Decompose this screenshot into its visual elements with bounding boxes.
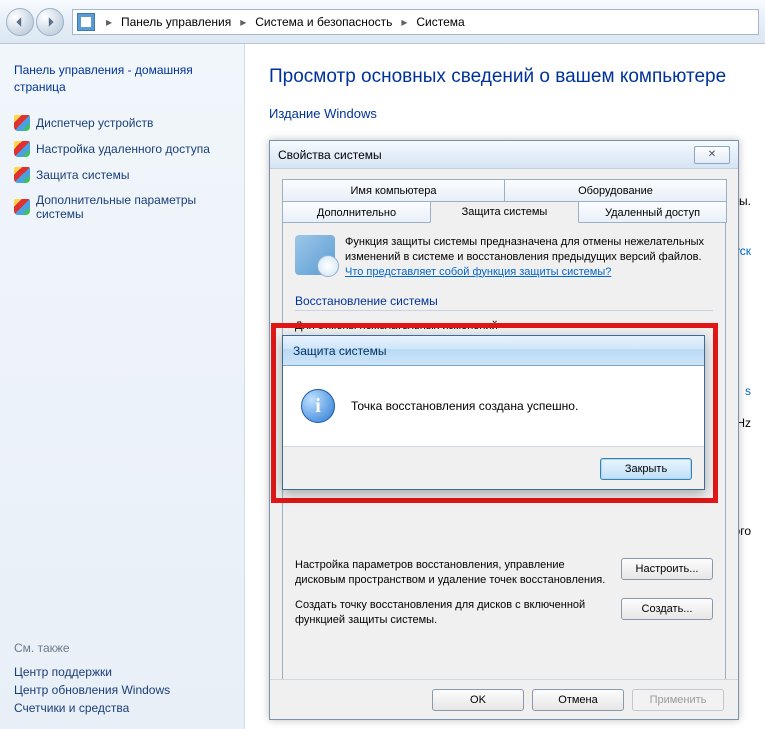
tab-computer-name[interactable]: Имя компьютера [282, 179, 505, 201]
create-button[interactable]: Создать... [621, 598, 713, 620]
description-text: Функция защиты системы предназначена для… [345, 236, 704, 263]
message-footer: Закрыть [283, 446, 704, 490]
sidebar-item-label: Настройка удаленного доступа [36, 142, 210, 156]
nav-buttons [6, 8, 64, 36]
group-legend: Восстановление системы [295, 294, 713, 308]
shield-icon [14, 141, 30, 157]
page-title: Просмотр основных сведений о вашем компь… [269, 66, 741, 88]
configure-text: Настройка параметров восстановления, упр… [295, 558, 609, 588]
see-also-heading: См. также [14, 641, 230, 655]
tab-strip: Имя компьютера Оборудование Дополнительн… [282, 179, 726, 223]
protection-description: Функция защиты системы предназначена для… [295, 235, 713, 280]
see-also-counters[interactable]: Счетчики и средства [14, 701, 230, 715]
message-dialog: Защита системы i Точка восстановления со… [282, 335, 705, 490]
message-body: i Точка восстановления создана успешно. [283, 366, 704, 446]
sidebar: Панель управления - домашняя страница Ди… [0, 44, 245, 729]
create-text: Создать точку восстановления для дисков … [295, 598, 609, 628]
dialog-titlebar[interactable]: Свойства системы ✕ [270, 141, 738, 169]
nav-forward-button[interactable] [36, 8, 64, 36]
shield-icon [14, 167, 30, 183]
chevron-right-icon[interactable]: ▸ [396, 15, 412, 29]
description-link[interactable]: Что представляет собой функция защиты си… [345, 266, 611, 278]
explorer-navbar: ▸ Панель управления ▸ Система и безопасн… [0, 0, 765, 44]
sidebar-item-remote[interactable]: Настройка удаленного доступа [14, 141, 230, 157]
see-also-list: Центр поддержки Центр обновления Windows… [14, 661, 230, 719]
see-also-support-center[interactable]: Центр поддержки [14, 665, 230, 679]
info-icon: i [301, 389, 335, 423]
tab-advanced[interactable]: Дополнительно [282, 201, 431, 223]
message-title: Защита системы [293, 344, 386, 358]
sidebar-item-label: Дополнительные параметры системы [36, 193, 230, 221]
sidebar-item-system-protection[interactable]: Защита системы [14, 167, 230, 183]
close-button[interactable]: ✕ [694, 146, 730, 164]
breadcrumb-item[interactable]: Панель управления [117, 15, 235, 29]
dialog-footer: OK Отмена Применить [270, 679, 738, 719]
shield-icon [14, 115, 30, 131]
control-panel-icon [77, 13, 95, 31]
text-fragment: s [745, 384, 751, 398]
edition-heading: Издание Windows [269, 106, 741, 121]
breadcrumb-item[interactable]: Система и безопасность [251, 15, 396, 29]
message-text: Точка восстановления создана успешно. [351, 399, 578, 413]
nav-back-button[interactable] [6, 8, 34, 36]
tab-hardware[interactable]: Оборудование [504, 179, 727, 201]
breadcrumb-item[interactable]: Система [412, 15, 468, 29]
tab-remote[interactable]: Удаленный доступ [578, 201, 727, 223]
see-also-windows-update[interactable]: Центр обновления Windows [14, 683, 230, 697]
tab-system-protection[interactable]: Защита системы [430, 201, 579, 223]
configure-row: Настройка параметров восстановления, упр… [295, 558, 713, 588]
chevron-right-icon[interactable]: ▸ [101, 15, 117, 29]
message-titlebar[interactable]: Защита системы [283, 336, 704, 366]
sidebar-item-label: Защита системы [36, 168, 129, 182]
system-protection-icon [295, 235, 335, 275]
apply-button: Применить [632, 689, 724, 711]
sidebar-heading[interactable]: Панель управления - домашняя страница [14, 62, 230, 96]
sidebar-item-advanced[interactable]: Дополнительные параметры системы [14, 193, 230, 221]
shield-icon [14, 199, 30, 215]
sidebar-item-device-manager[interactable]: Диспетчер устройств [14, 115, 230, 131]
breadcrumb[interactable]: ▸ Панель управления ▸ Система и безопасн… [72, 9, 759, 35]
chevron-right-icon[interactable]: ▸ [235, 15, 251, 29]
dialog-title: Свойства системы [278, 148, 382, 162]
close-button[interactable]: Закрыть [600, 458, 692, 480]
cancel-button[interactable]: Отмена [532, 689, 624, 711]
ok-button[interactable]: OK [432, 689, 524, 711]
sidebar-item-label: Диспетчер устройств [36, 116, 153, 130]
configure-button[interactable]: Настроить... [621, 558, 713, 580]
create-row: Создать точку восстановления для дисков … [295, 598, 713, 628]
